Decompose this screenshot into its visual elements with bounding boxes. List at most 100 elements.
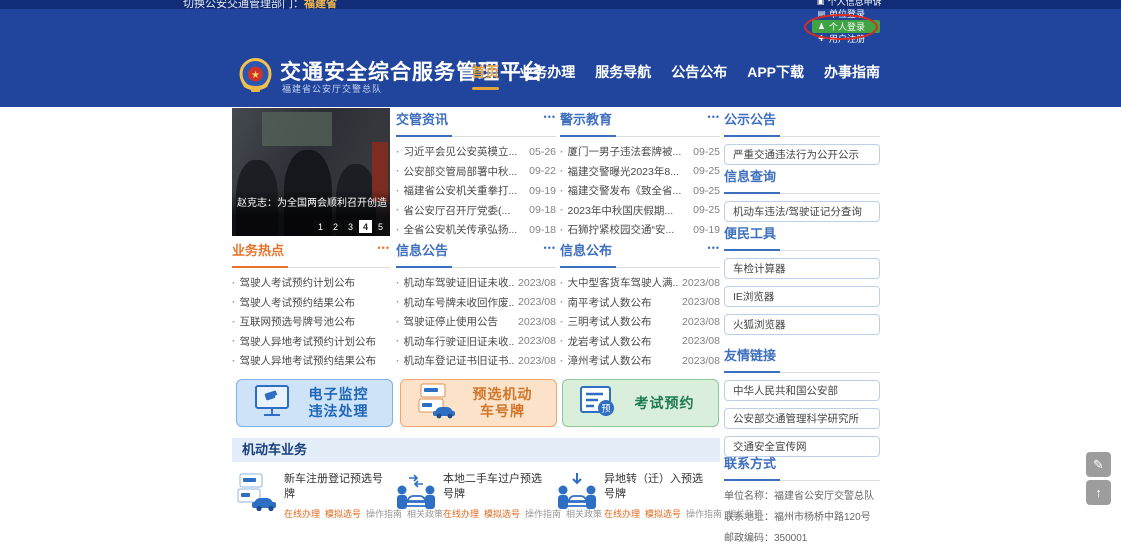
carousel-page-number[interactable]: 3 — [344, 220, 357, 233]
menu-item-label: 单位登录 — [829, 7, 865, 20]
friend-link-button[interactable]: 公安部交通管理科学研究所 — [724, 408, 880, 429]
news-list-item[interactable]: 省公安厅召开厅党委(... 09-18 — [396, 201, 556, 221]
sidebar-link-button[interactable]: 严重交通违法行为公开公示 — [724, 144, 880, 165]
svg-text:预: 预 — [601, 403, 610, 413]
nav-tab[interactable]: APP下载 — [747, 62, 804, 82]
news-list-item[interactable]: 驾驶证停止使用公告 2023/08 — [396, 312, 556, 332]
news-carousel[interactable]: 赵克志：为全国两会顺利召开创造... 1 2 3 4 5 — [232, 108, 390, 236]
news-item-title: 石狮拧紧校园交通“安... — [568, 222, 690, 237]
news-item-title: 省公安厅召开厅党委(... — [404, 203, 526, 218]
news-list-item[interactable]: 厦门一男子违法套牌被... 09-25 — [560, 142, 720, 162]
relocation-plate-icon — [556, 470, 598, 512]
hot-list-item[interactable]: 驾驶人异地考试预约结果公布 — [232, 351, 390, 371]
tool-button[interactable]: 火狐浏览器 — [724, 314, 880, 335]
more-dots-icon[interactable]: ••• — [708, 112, 720, 122]
hot-list-item[interactable]: 驾驶人考试预约结果公布 — [232, 293, 390, 313]
news-list-item[interactable]: 机动车驾驶证旧证未收... 2023/08 — [396, 273, 556, 293]
banner-dianzi-jiankong[interactable]: 电子监控违法处理 — [236, 379, 393, 427]
carousel-page-number[interactable]: 5 — [374, 220, 387, 233]
top-strip: 切换公安交通管理部门：福建省 — [0, 0, 1121, 9]
more-dots-icon[interactable]: ••• — [708, 243, 720, 253]
news-list-item[interactable]: 漳州考试人数公布 2023/08 — [560, 351, 720, 371]
carousel-page-number[interactable]: 2 — [329, 220, 342, 233]
news-list-item[interactable]: 龙岩考试人数公布 2023/08 — [560, 332, 720, 352]
menu-item-icon: ♟ — [817, 22, 826, 31]
news-list-item[interactable]: 石狮拧紧校园交通“安... 09-19 — [560, 220, 720, 240]
news-list-item[interactable]: 大中型客货车驾驶人满... 2023/08 — [560, 273, 720, 293]
service-title[interactable]: 新车注册登记预选号牌 — [284, 472, 388, 502]
news-list-item[interactable]: 福建交警曝光2023年8... 09-25 — [560, 162, 720, 182]
region-switcher[interactable]: 切换公安交通管理部门：福建省 — [183, 0, 337, 9]
carousel-caption[interactable]: 赵克志：为全国两会顺利召开创造... — [237, 194, 387, 209]
feedback-edit-button[interactable]: ✎ — [1086, 452, 1111, 477]
section-title: 交管资讯 — [396, 109, 556, 137]
carousel-page-number[interactable]: 4 — [359, 220, 372, 233]
news-item-title: 漳州考试人数公布 — [568, 353, 679, 368]
service-title[interactable]: 本地二手车过户预选号牌 — [443, 472, 547, 502]
hot-list-item[interactable]: 互联网预选号牌号池公布 — [232, 312, 390, 332]
news-item-title: 2023年中秋国庆假期... — [568, 203, 690, 218]
news-list-item[interactable]: 习近平会见公安英模立... 05-26 — [396, 142, 556, 162]
news-item-title: 福建交警曝光2023年8... — [568, 164, 690, 179]
tool-button[interactable]: 车检计算器 — [724, 258, 880, 279]
news-list: 厦门一男子违法套牌被... 09-25 福建交警曝光2023年8... 09-2… — [560, 142, 720, 240]
news-item-date: 09-25 — [693, 204, 720, 216]
carousel-page-number[interactable]: 1 — [314, 220, 327, 233]
new-car-plate-icon — [236, 470, 278, 512]
news-list-item[interactable]: 2023年中秋国庆假期... 09-25 — [560, 201, 720, 221]
edit-icon: ✎ — [1093, 457, 1104, 473]
monitor-camera-icon — [253, 384, 291, 423]
menu-item-icon: ▤ — [817, 9, 826, 18]
section-xinxi-gonggao: 信息公告 ••• 机动车驾驶证旧证未收... 2023/08 机动车号牌未收回作… — [396, 240, 556, 371]
region-name[interactable]: 福建省 — [304, 0, 337, 9]
news-list-item[interactable]: 机动车号牌未收回作废... 2023/08 — [396, 293, 556, 313]
hot-list-item[interactable]: 驾驶人异地考试预约计划公布 — [232, 332, 390, 352]
more-dots-icon[interactable]: ••• — [378, 243, 390, 253]
banner-yuxuan-haopai[interactable]: 预选机动车号牌 — [400, 379, 557, 427]
service-new-car-plate[interactable]: 新车注册登记预选号牌 在线办理模拟选号操作指南相关政策 — [236, 466, 396, 520]
more-dots-icon[interactable]: ••• — [544, 243, 556, 253]
news-item-date: 2023/08 — [682, 355, 720, 367]
menu-item-label: 个人登录 — [829, 20, 865, 33]
news-item-title: 南平考试人数公布 — [568, 295, 679, 310]
news-item-date: 2023/08 — [518, 296, 556, 308]
news-item-title: 龙岩考试人数公布 — [568, 334, 679, 349]
more-dots-icon[interactable]: ••• — [544, 112, 556, 122]
tool-button[interactable]: IE浏览器 — [724, 286, 880, 307]
nav-tab[interactable]: 公告公布 — [671, 62, 727, 82]
nav-tab[interactable]: 首页 — [471, 62, 499, 82]
news-list-item[interactable]: 机动车行驶证旧证未收... 2023/08 — [396, 332, 556, 352]
service-title[interactable]: 异地转（迁）入预选号牌 — [604, 472, 708, 502]
news-item-title: 福建省公安机关重拳打... — [404, 183, 526, 198]
nav-tab[interactable]: 业务办理 — [519, 62, 575, 82]
hot-item-title: 互联网预选号牌号池公布 — [240, 314, 391, 329]
news-list-item[interactable]: 机动车登记证书旧证书... 2023/08 — [396, 351, 556, 371]
hot-item-title: 驾驶人考试预约计划公布 — [240, 275, 391, 290]
service-relocation-plate[interactable]: 异地转（迁）入预选号牌 在线办理模拟选号操作指南相关政策 — [556, 466, 716, 520]
friend-link-button[interactable]: 中华人民共和国公安部 — [724, 380, 880, 401]
up-arrow-icon: ↑ — [1095, 485, 1102, 500]
news-list-item[interactable]: 福建交警发布《致全省... 09-25 — [560, 181, 720, 201]
login-menu-item[interactable]: ▤ 单位登录 — [812, 8, 880, 21]
banner-kaoshi-yuyue[interactable]: 预 考试预约 — [562, 379, 719, 427]
login-menu-item[interactable]: ✚ 用户注册 — [812, 33, 880, 46]
news-list-item[interactable]: 福建省公安机关重拳打... 09-19 — [396, 181, 556, 201]
hot-list-item[interactable]: 驾驶人考试预约计划公布 — [232, 273, 390, 293]
news-list-item[interactable]: 三明考试人数公布 2023/08 — [560, 312, 720, 332]
news-list-item[interactable]: 南平考试人数公布 2023/08 — [560, 293, 720, 313]
login-menu-item[interactable]: ♟ 个人登录 — [812, 20, 880, 33]
news-item-date: 2023/08 — [518, 316, 556, 328]
sidebar-link-button[interactable]: 机动车违法/驾驶证记分查询 — [724, 201, 880, 222]
vehicle-section-title: 机动车业务 — [232, 438, 720, 462]
news-list: 大中型客货车驾驶人满... 2023/08 南平考试人数公布 2023/08 三… — [560, 273, 720, 371]
news-item-date: 2023/08 — [682, 277, 720, 289]
news-list-item[interactable]: 公安部交管局部署中秋... 09-22 — [396, 162, 556, 182]
news-list-item[interactable]: 全省公安机关传承弘扬... 09-18 — [396, 220, 556, 240]
service-used-car-transfer[interactable]: 本地二手车过户预选号牌 在线办理模拟选号操作指南相关政策 — [395, 466, 555, 520]
news-item-title: 驾驶证停止使用公告 — [404, 314, 515, 329]
section-title: 警示教育 — [560, 109, 720, 137]
back-to-top-button[interactable]: ↑ — [1086, 480, 1111, 505]
nav-tab[interactable]: 服务导航 — [595, 62, 651, 82]
nav-tab[interactable]: 办事指南 — [824, 62, 880, 82]
hot-list: 驾驶人考试预约计划公布 驾驶人考试预约结果公布 互联网预选号牌号池公布 驾驶人异… — [232, 273, 390, 371]
